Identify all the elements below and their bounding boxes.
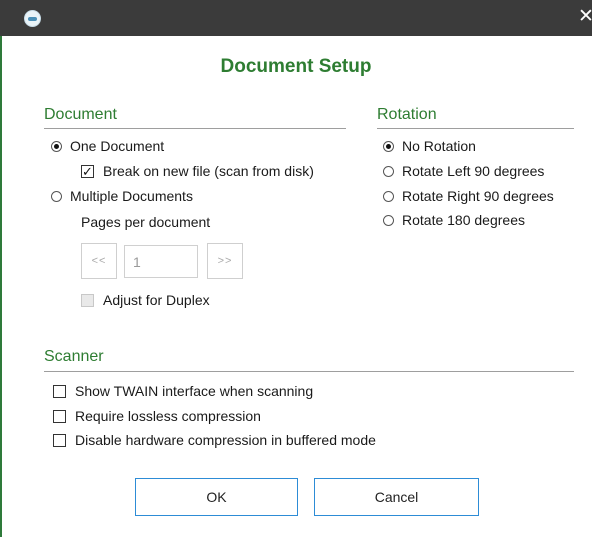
- checkbox-require-lossless-label: Require lossless compression: [75, 408, 261, 424]
- radio-rotate-180-label: Rotate 180 degrees: [402, 212, 525, 228]
- radio-rotate-right-90[interactable]: Rotate Right 90 degrees: [383, 188, 554, 204]
- radio-selected-indicator[interactable]: [383, 140, 394, 152]
- pages-decrement-button[interactable]: <<: [81, 243, 117, 279]
- pages-per-document-input[interactable]: 1: [124, 245, 198, 278]
- rotation-section-heading: Rotation: [377, 106, 437, 123]
- radio-rotate-left-90-label: Rotate Left 90 degrees: [402, 163, 545, 179]
- checkbox-require-lossless[interactable]: Require lossless compression: [53, 408, 261, 424]
- checkbox-show-twain-interface-label: Show TWAIN interface when scanning: [75, 383, 314, 399]
- checkbox-break-on-new-file-label: Break on new file (scan from disk): [103, 163, 314, 179]
- radio-indicator[interactable]: [383, 190, 394, 202]
- document-section-heading: Document: [44, 106, 117, 123]
- checkmark-icon[interactable]: ✓: [81, 164, 94, 178]
- radio-one-document-label: One Document: [70, 138, 165, 154]
- pages-increment-button[interactable]: >>: [207, 243, 243, 279]
- title-bar: ✕: [0, 0, 592, 36]
- checkbox-indicator[interactable]: [53, 384, 66, 398]
- radio-indicator[interactable]: [383, 165, 394, 177]
- radio-indicator[interactable]: [383, 214, 394, 226]
- document-section-divider: [44, 128, 346, 129]
- radio-multiple-documents[interactable]: Multiple Documents: [51, 188, 193, 204]
- rotation-section-divider: [377, 128, 574, 129]
- scanner-section-divider: [44, 371, 574, 372]
- radio-no-rotation-label: No Rotation: [402, 138, 476, 154]
- checkbox-indicator[interactable]: [53, 409, 66, 423]
- radio-selected-indicator[interactable]: [51, 140, 62, 152]
- checkbox-disable-hardware-compression[interactable]: Disable hardware compression in buffered…: [53, 432, 376, 448]
- window-frame: [0, 36, 12, 537]
- radio-rotate-180[interactable]: Rotate 180 degrees: [383, 212, 525, 228]
- cancel-button[interactable]: Cancel: [314, 478, 479, 516]
- checkbox-show-twain-interface[interactable]: Show TWAIN interface when scanning: [53, 383, 313, 399]
- dialog-title: Document Setup: [220, 56, 372, 77]
- radio-indicator[interactable]: [51, 190, 62, 202]
- app-logo-icon: [24, 10, 41, 27]
- checkbox-disabled-indicator[interactable]: [81, 293, 94, 307]
- checkbox-disable-hardware-compression-label: Disable hardware compression in buffered…: [75, 432, 376, 448]
- checkbox-indicator[interactable]: [53, 433, 66, 447]
- checkbox-break-on-new-file[interactable]: ✓ Break on new file (scan from disk): [81, 163, 314, 179]
- radio-rotate-right-90-label: Rotate Right 90 degrees: [402, 188, 554, 204]
- radio-one-document[interactable]: One Document: [51, 138, 164, 154]
- pages-per-document-text: Pages per document: [81, 214, 211, 230]
- ok-button[interactable]: OK: [135, 478, 298, 516]
- radio-no-rotation[interactable]: No Rotation: [383, 138, 476, 154]
- checkbox-adjust-for-duplex[interactable]: Adjust for Duplex: [81, 292, 210, 308]
- close-icon[interactable]: ✕: [578, 6, 592, 28]
- radio-multiple-documents-label: Multiple Documents: [70, 188, 193, 204]
- pages-per-document-label: Pages per document: [81, 214, 210, 230]
- checkbox-adjust-for-duplex-label: Adjust for Duplex: [103, 292, 210, 308]
- radio-rotate-left-90[interactable]: Rotate Left 90 degrees: [383, 163, 544, 179]
- scanner-section-heading: Scanner: [44, 348, 104, 365]
